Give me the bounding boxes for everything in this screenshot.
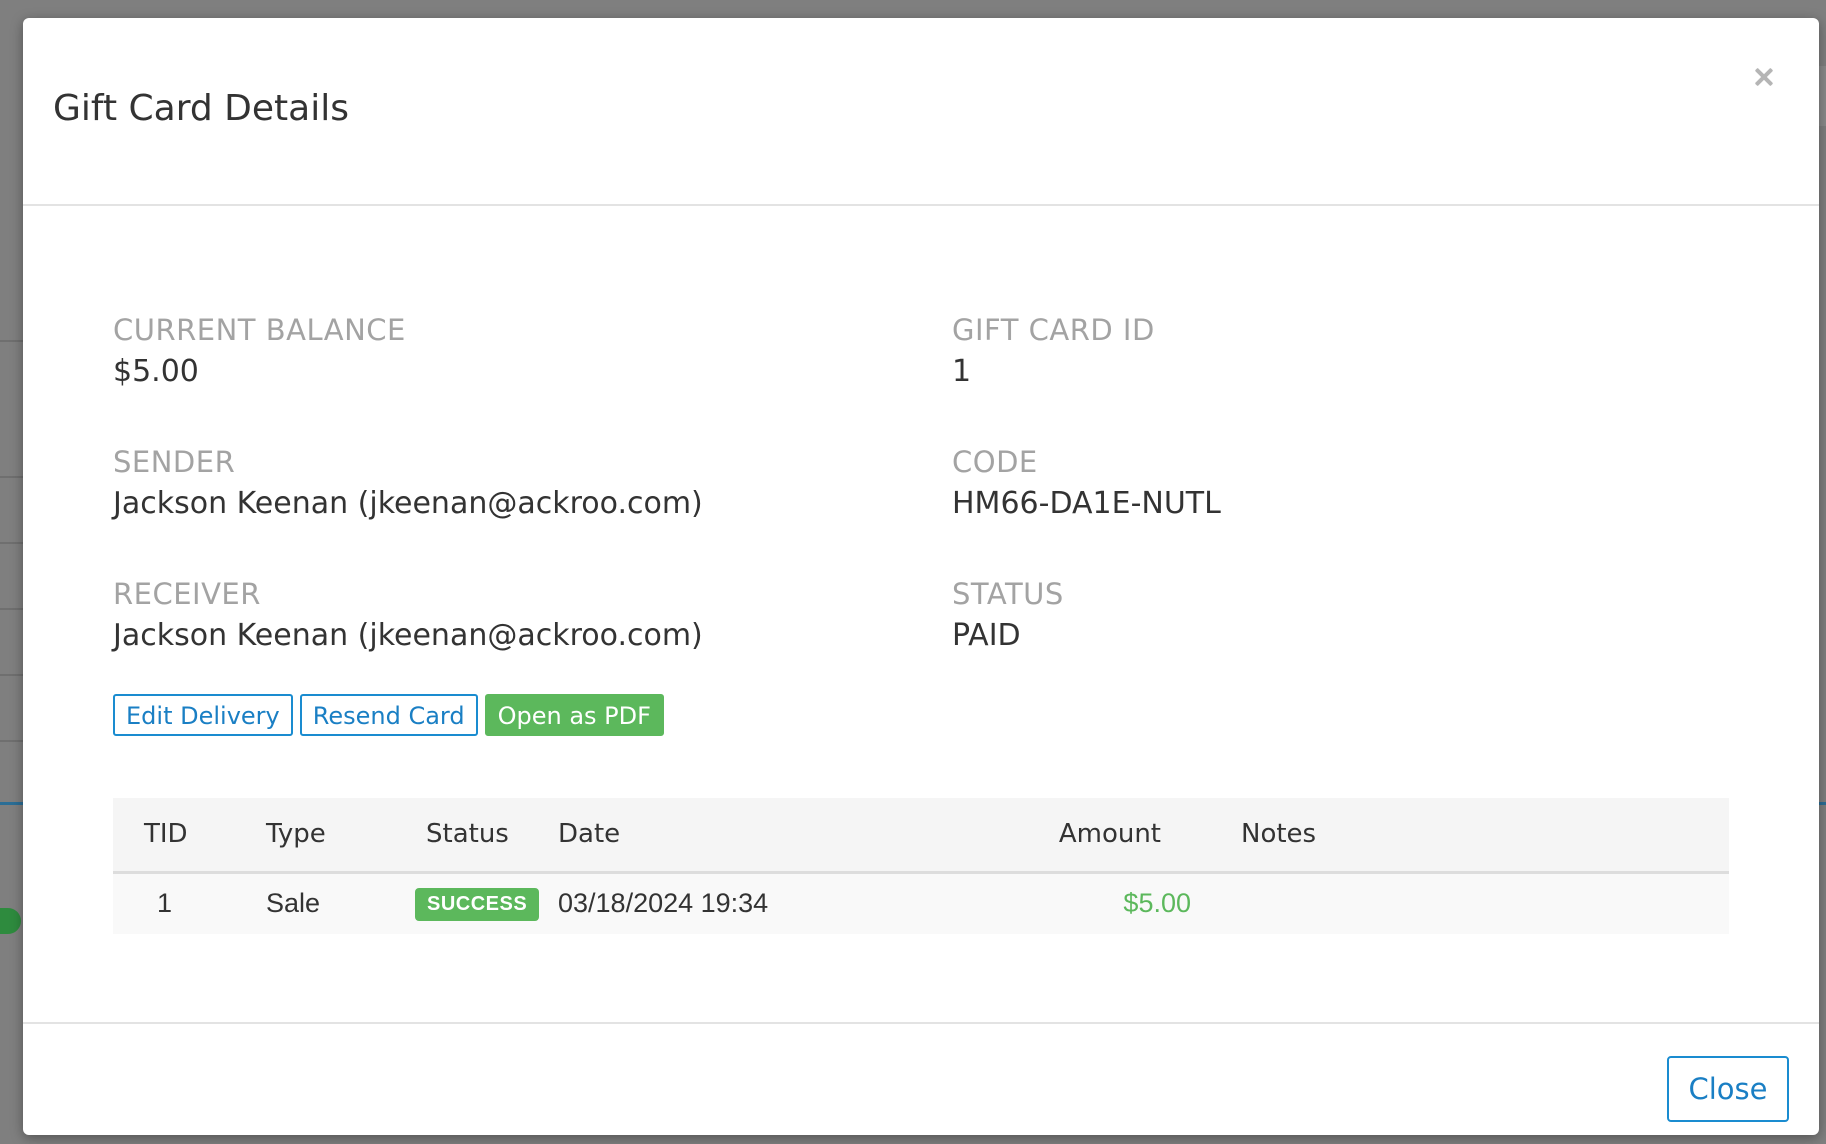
background-divider: [1819, 802, 1826, 805]
type-cell: Sale: [266, 888, 321, 919]
background-panel: [1819, 66, 1826, 126]
gift-card-details-modal: Gift Card Details CURRENT BALANCE $5.00 …: [23, 18, 1819, 1135]
receiver-value: Jackson Keenan (jkeenan@ackroo.com): [113, 618, 703, 653]
status-value: PAID: [952, 618, 1021, 653]
background-divider: [0, 802, 23, 805]
code-value: HM66-DA1E-NUTL: [952, 486, 1221, 521]
close-icon[interactable]: [1749, 62, 1779, 92]
amount-cell: $5.00: [966, 872, 1191, 934]
open-pdf-button[interactable]: Open as PDF: [484, 694, 664, 736]
column-header-status[interactable]: Status: [415, 798, 546, 872]
status-badge: SUCCESS: [415, 888, 540, 922]
receiver-label: RECEIVER: [113, 577, 261, 611]
card-actions: Edit Delivery Resend Card Open as PDF: [113, 694, 664, 736]
background-divider: [0, 340, 23, 342]
resend-card-button[interactable]: Resend Card: [299, 694, 478, 736]
status-cell: SUCCESS: [415, 872, 546, 934]
sender-value: Jackson Keenan (jkeenan@ackroo.com): [113, 486, 703, 521]
table-row[interactable]: 1 Sale SUCCESS 03/18/2024 19:34 $5.00: [113, 872, 1729, 934]
code-field: CODE HM66-DA1E-NUTL: [952, 442, 1221, 526]
receiver-field: RECEIVER Jackson Keenan (jkeenan@ackroo.…: [113, 574, 703, 658]
notes-cell: [1161, 872, 1729, 934]
amount-value: $5.00: [1123, 888, 1191, 919]
background-badge: [0, 908, 21, 934]
background-divider: [0, 740, 23, 742]
modal-title: Gift Card Details: [53, 88, 349, 129]
background-divider: [0, 674, 23, 676]
status-field: STATUS PAID: [952, 574, 1064, 658]
column-header-type[interactable]: Type: [255, 798, 415, 872]
background-divider: [0, 608, 23, 610]
gift-card-id-label: GIFT CARD ID: [952, 313, 1155, 347]
column-header-amount[interactable]: Amount: [966, 798, 1161, 872]
modal-footer: Close: [23, 1022, 1819, 1135]
column-header-date[interactable]: Date: [546, 798, 966, 872]
status-label: STATUS: [952, 577, 1064, 611]
code-label: CODE: [952, 445, 1038, 479]
current-balance-field: CURRENT BALANCE $5.00: [113, 310, 406, 394]
gift-card-id-value: 1: [952, 354, 972, 389]
sender-label: SENDER: [113, 445, 236, 479]
column-header-notes[interactable]: Notes: [1161, 798, 1729, 872]
current-balance-value: $5.00: [113, 354, 199, 389]
date-cell: 03/18/2024 19:34: [558, 888, 769, 919]
current-balance-label: CURRENT BALANCE: [113, 313, 406, 347]
background-divider: [0, 542, 23, 544]
sender-field: SENDER Jackson Keenan (jkeenan@ackroo.co…: [113, 442, 703, 526]
table-header-row: TID Type Status Date Amount Notes: [113, 798, 1729, 872]
tid-cell: 1: [157, 888, 173, 919]
background-divider: [0, 476, 23, 478]
edit-delivery-button[interactable]: Edit Delivery: [113, 694, 293, 736]
gift-card-id-field: GIFT CARD ID 1: [952, 310, 1155, 394]
transactions-table: TID Type Status Date Amount Notes 1 Sale…: [113, 798, 1729, 934]
close-button[interactable]: Close: [1667, 1056, 1789, 1122]
column-header-tid[interactable]: TID: [113, 798, 255, 872]
modal-header: Gift Card Details: [23, 18, 1819, 206]
